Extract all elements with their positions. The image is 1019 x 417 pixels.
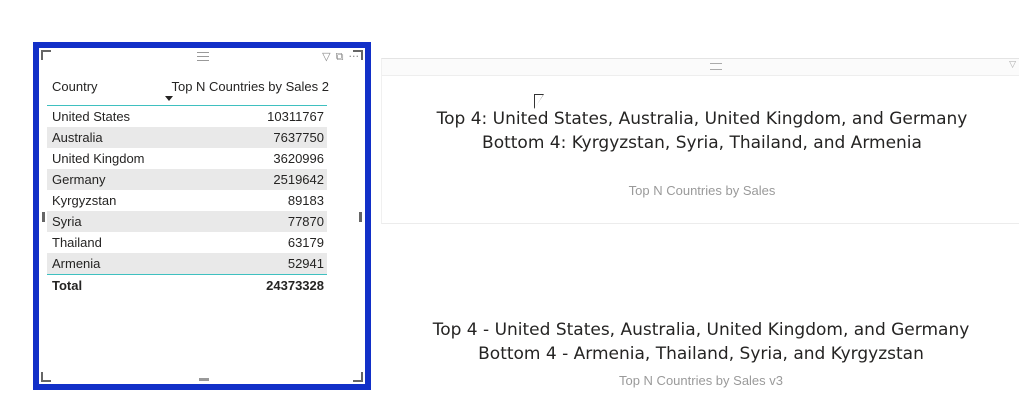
sales-cell: 10311767 (267, 109, 324, 124)
country-cell: United Kingdom (52, 151, 145, 166)
sales-cell: 77870 (287, 214, 324, 229)
card-visual-top-n-v3[interactable]: Top 4 - United States, Australia, United… (381, 300, 1019, 400)
table-row[interactable]: Germany 2519642 (47, 169, 327, 190)
country-cell: Syria (52, 214, 82, 229)
table-row[interactable]: Thailand 63179 (47, 232, 327, 253)
sales-cell: 89183 (287, 193, 324, 208)
table-row[interactable]: Kyrgyzstan 89183 (47, 190, 327, 211)
country-cell: Kyrgyzstan (52, 193, 117, 208)
visual-header: ▽ ⧉ ··· (39, 48, 365, 68)
country-cell: Armenia (52, 256, 101, 271)
sales-cell: 2519642 (273, 172, 324, 187)
sales-cell: 3620996 (273, 151, 324, 166)
resize-handle-bottom-right[interactable] (353, 372, 363, 382)
table-row[interactable]: Syria 77870 (47, 211, 327, 232)
column-header-country[interactable]: Country (52, 79, 98, 94)
total-value: 24373328 (266, 278, 324, 293)
filter-icon[interactable]: ▽ (1009, 60, 1016, 70)
table-visual[interactable]: ▽ ⧉ ··· Country Top N Countries by Sales… (33, 42, 371, 390)
card-line-bottom: Bottom 4 - Armenia, Thailand, Syria, and… (478, 344, 924, 364)
country-cell: Australia (52, 130, 103, 145)
card-line-bottom: Bottom 4: Kyrgyzstan, Syria, Thailand, a… (482, 133, 922, 153)
drag-grip-icon[interactable] (710, 63, 722, 70)
card-visual-top-n[interactable]: ▽ Top 4: United States, Australia, Unite… (381, 58, 1019, 224)
country-cell: Germany (52, 172, 106, 187)
data-table: Country Top N Countries by Sales 2 Unite… (47, 72, 329, 297)
mouse-cursor-fill (535, 95, 543, 108)
resize-handle-bottom[interactable] (199, 378, 209, 381)
column-header-sales[interactable]: Top N Countries by Sales 2 (171, 79, 329, 94)
table-row[interactable]: Armenia 52941 (47, 253, 327, 274)
sales-cell: 52941 (287, 256, 324, 271)
sort-descending-icon[interactable] (165, 96, 173, 101)
card-subtitle: Top N Countries by Sales v3 (618, 373, 784, 388)
filter-icon[interactable]: ▽ (322, 51, 330, 63)
sales-cell: 7637750 (273, 130, 324, 145)
focus-mode-icon[interactable]: ⧉ (336, 51, 344, 63)
resize-handle-top-left[interactable] (41, 50, 51, 60)
table-row[interactable]: Australia 7637750 (47, 127, 327, 148)
total-label: Total (52, 278, 83, 293)
country-cell: United States (52, 109, 131, 124)
drag-grip-icon[interactable] (197, 52, 209, 61)
country-cell: Thailand (52, 235, 102, 250)
table-header-row: Country Top N Countries by Sales 2 (47, 72, 329, 106)
card-line-top: Top 4: United States, Australia, United … (436, 109, 968, 129)
resize-handle-left[interactable] (42, 212, 45, 222)
resize-handle-right[interactable] (359, 212, 362, 222)
sales-cell: 63179 (287, 235, 324, 250)
card-subtitle: Top N Countries by Sales (628, 183, 776, 198)
resize-handle-top-right[interactable] (353, 50, 363, 60)
table-row[interactable]: United Kingdom 3620996 (47, 148, 327, 169)
card-line-top: Top 4 - United States, Australia, United… (432, 320, 970, 340)
visual-header: ▽ (382, 59, 1019, 76)
table-row[interactable]: United States 10311767 (47, 106, 327, 127)
resize-handle-bottom-left[interactable] (41, 372, 51, 382)
total-row: Total 24373328 (47, 274, 327, 297)
